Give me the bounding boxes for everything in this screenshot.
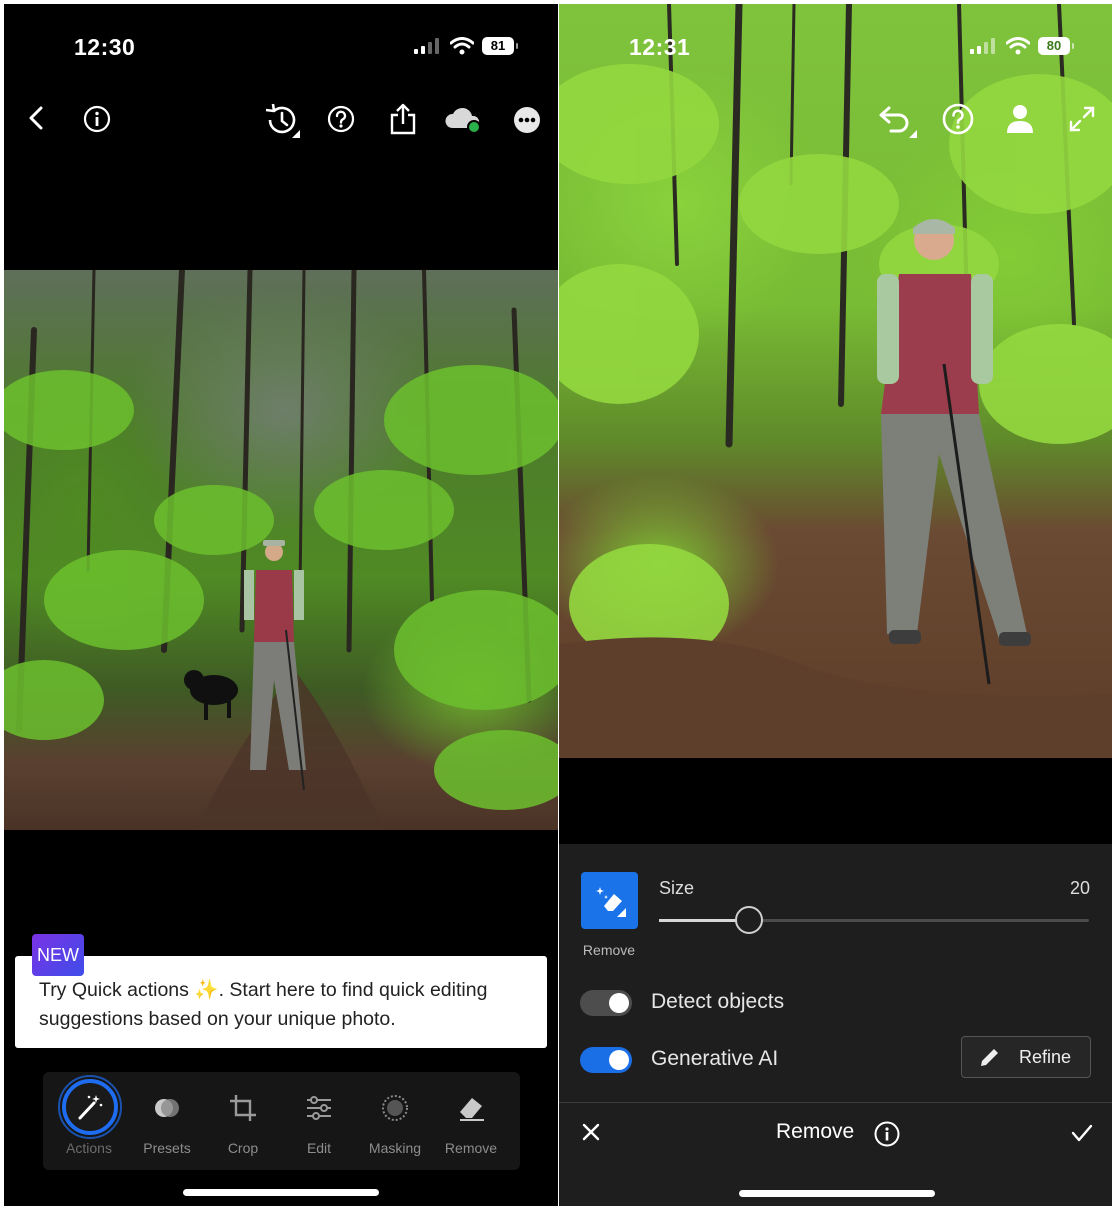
slider-thumb[interactable]	[735, 906, 764, 934]
bottom-tool-bar: Actions Presets Crop Edit Masking Remove	[43, 1072, 520, 1170]
tab-label: Actions	[66, 1140, 112, 1156]
status-bar: 12:31 80	[559, 4, 1112, 84]
undo-icon[interactable]	[877, 102, 921, 142]
person-icon[interactable]	[1005, 102, 1035, 136]
tab-presets[interactable]: Presets	[129, 1072, 205, 1170]
battery-indicator: 80	[1038, 37, 1074, 55]
tab-label: Presets	[143, 1140, 191, 1156]
status-bar: 12:30 81	[4, 4, 558, 84]
history-icon[interactable]	[262, 102, 304, 142]
cellular-signal-icon	[970, 38, 995, 54]
home-indicator[interactable]	[183, 1189, 379, 1196]
crop-icon	[205, 1092, 281, 1124]
tab-label: Edit	[306, 1140, 332, 1156]
size-value: 20	[1069, 878, 1090, 898]
masking-icon	[357, 1092, 433, 1124]
close-icon[interactable]	[579, 1120, 603, 1144]
detect-objects-toggle[interactable]	[580, 990, 632, 1016]
remove-tool-label: Remove	[582, 942, 636, 958]
status-time: 12:31	[629, 34, 691, 60]
cloud-sync-icon[interactable]	[444, 106, 484, 136]
back-icon[interactable]	[22, 104, 50, 132]
refine-label: Refine	[1019, 1047, 1072, 1067]
info-icon[interactable]	[82, 104, 112, 134]
battery-indicator: 81	[482, 37, 518, 55]
tab-masking[interactable]: Masking	[357, 1072, 433, 1170]
tab-actions[interactable]: Actions	[51, 1072, 127, 1170]
left-phone-screen: 12:30 81 NEW Try Quick actions ✨. Start …	[4, 4, 558, 1206]
help-icon[interactable]	[941, 102, 975, 136]
generative-ai-toggle[interactable]	[580, 1047, 632, 1073]
tooltip-text: Try Quick actions ✨. Start here to find …	[39, 979, 488, 1030]
tab-remove[interactable]: Remove	[433, 1072, 509, 1170]
photo-preview[interactable]	[4, 270, 558, 830]
tab-edit[interactable]: Edit	[281, 1072, 357, 1170]
forest-scene	[4, 270, 558, 830]
size-slider[interactable]	[659, 906, 1089, 934]
tab-label: Crop	[227, 1140, 259, 1156]
divider	[559, 1102, 1112, 1103]
tab-label: Remove	[444, 1140, 498, 1156]
magic-wand-icon	[51, 1092, 127, 1124]
toggle-knob	[609, 993, 629, 1013]
sliders-icon	[281, 1092, 357, 1124]
eraser-icon	[433, 1092, 509, 1124]
wifi-icon	[1006, 37, 1030, 55]
more-icon[interactable]	[512, 105, 542, 135]
generative-ai-label: Generative AI	[651, 1047, 779, 1070]
cellular-signal-icon	[414, 38, 439, 54]
tab-label: Masking	[368, 1140, 422, 1156]
eraser-sparkle-icon	[595, 886, 626, 917]
new-badge: NEW	[32, 934, 84, 976]
home-indicator[interactable]	[739, 1190, 935, 1197]
size-label: Size	[659, 878, 695, 898]
quick-actions-tooltip[interactable]: Try Quick actions ✨. Start here to find …	[15, 956, 547, 1048]
wifi-icon	[450, 37, 474, 55]
remove-tool-button[interactable]	[581, 872, 638, 929]
help-icon[interactable]	[326, 104, 356, 134]
presets-icon	[129, 1092, 205, 1124]
info-icon[interactable]	[873, 1120, 901, 1148]
right-phone-screen: 12:31 80 Remove Size 20 Detect objects G…	[559, 4, 1112, 1206]
pencil-icon	[981, 1049, 998, 1066]
status-time: 12:30	[74, 34, 136, 60]
detect-objects-label: Detect objects	[651, 990, 785, 1013]
tab-crop[interactable]: Crop	[205, 1072, 281, 1170]
checkmark-icon[interactable]	[1069, 1120, 1095, 1146]
toggle-knob	[609, 1050, 629, 1070]
panel-title: Remove	[776, 1120, 855, 1143]
share-icon[interactable]	[388, 102, 418, 136]
expand-icon[interactable]	[1067, 104, 1097, 134]
remove-tool-panel: Remove Size 20 Detect objects Generative…	[559, 844, 1112, 1206]
refine-button[interactable]: Refine	[961, 1036, 1091, 1078]
